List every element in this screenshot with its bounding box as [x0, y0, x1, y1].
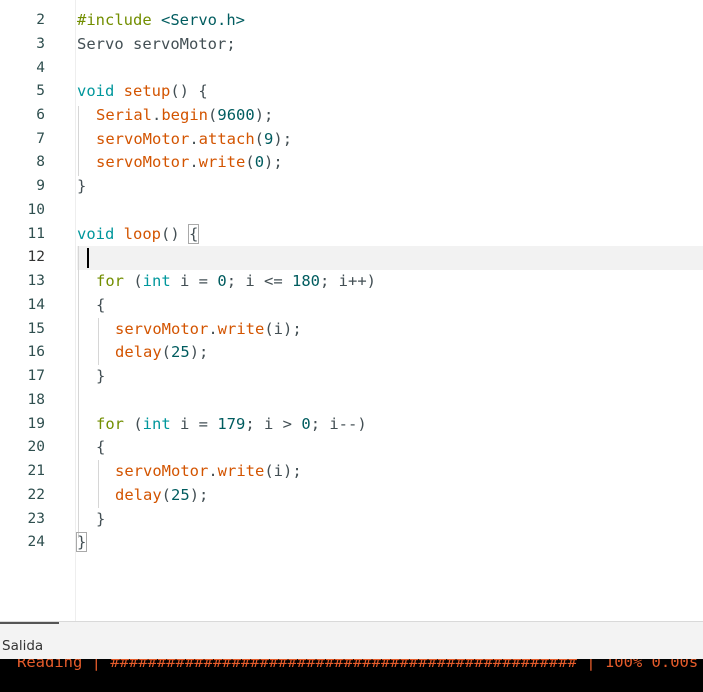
- line-number: 22: [27, 487, 45, 503]
- code-line-servo-decl: Servo servoMotor;: [77, 35, 236, 53]
- line-number: 8: [36, 154, 45, 170]
- code-line-close-loop: }: [75, 531, 88, 553]
- line-number: 15: [27, 321, 45, 337]
- line-number: 21: [27, 463, 45, 479]
- line-number: 10: [27, 202, 45, 218]
- output-panel-header: Salida: [0, 621, 703, 660]
- text-cursor: [87, 248, 89, 268]
- code-line-delay: delay(25);: [115, 343, 209, 361]
- line-number: 18: [27, 392, 45, 408]
- line-number: 16: [27, 344, 45, 360]
- code-text-area[interactable]: #include <Servo.h> Servo servoMotor; voi…: [75, 0, 703, 621]
- code-line-for-down: for (int i = 179; i > 0; i--): [96, 415, 367, 433]
- code-line-write-zero: servoMotor.write(0);: [96, 153, 283, 171]
- line-number: 5: [36, 83, 45, 99]
- code-line-for-up: for (int i = 0; i <= 180; i++): [96, 272, 377, 290]
- output-progress-line: Reading | ##############################…: [17, 659, 699, 671]
- matched-brace-open: {: [187, 224, 200, 244]
- code-line-write-i: servoMotor.write(i);: [115, 462, 302, 480]
- line-number: 4: [36, 60, 45, 76]
- code-line-brace: {: [96, 438, 106, 456]
- code-line-loop: void loop() {: [77, 224, 200, 244]
- line-number: 11: [27, 226, 45, 242]
- line-number: 6: [36, 107, 45, 123]
- line-number-active: 12: [27, 249, 45, 265]
- code-line-attach: servoMotor.attach(9);: [96, 130, 293, 148]
- line-number: 9: [36, 178, 45, 194]
- line-number: 19: [27, 416, 45, 432]
- line-number: 14: [27, 297, 45, 313]
- output-console[interactable]: Reading | ##############################…: [0, 659, 703, 692]
- code-line-close-setup: }: [77, 177, 87, 195]
- line-number: 24: [27, 534, 45, 550]
- line-number: 2: [36, 12, 45, 28]
- line-number: 20: [27, 439, 45, 455]
- line-number: 23: [27, 511, 45, 527]
- line-number: 3: [36, 36, 45, 52]
- code-line-include: #include <Servo.h>: [77, 11, 245, 29]
- code-editor[interactable]: 2 3 4 5 6 7 8 9 10 11 12 13 14 15 16 17 …: [0, 0, 703, 621]
- line-number: 13: [27, 273, 45, 289]
- code-line-delay: delay(25);: [115, 486, 209, 504]
- line-number: 17: [27, 368, 45, 384]
- code-line-setup: void setup() {: [77, 82, 208, 100]
- code-line-write-i: servoMotor.write(i);: [115, 320, 302, 338]
- code-line-serial-begin: Serial.begin(9600);: [96, 106, 274, 124]
- code-line-brace: {: [96, 296, 106, 314]
- matched-brace-close: }: [75, 532, 88, 552]
- code-line-brace: }: [96, 510, 106, 528]
- tab-output[interactable]: Salida: [0, 622, 60, 662]
- line-number: 7: [36, 131, 45, 147]
- code-line-brace: }: [96, 367, 106, 385]
